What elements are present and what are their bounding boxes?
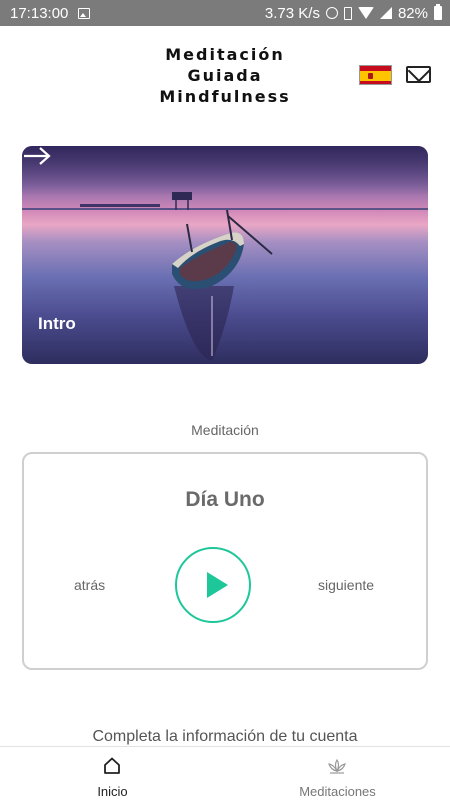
arrow-right-icon[interactable] [22, 146, 52, 166]
home-icon [104, 757, 120, 774]
bottom-nav: Inicio Meditaciones [0, 746, 450, 800]
play-icon [207, 572, 228, 598]
battery-icon [434, 4, 442, 20]
next-button[interactable]: siguiente [318, 577, 374, 593]
app-title-line-3: Mindfulness [159, 87, 291, 106]
lotus-icon [328, 758, 346, 774]
app-title: Meditación Guiada Mindfulness [140, 44, 310, 107]
nav-item-inicio[interactable]: Inicio [0, 747, 225, 800]
vibrate-icon [343, 6, 352, 20]
battery-percent: 82% [397, 4, 428, 22]
app-title-line-2: Guiada [187, 66, 263, 85]
meditation-card: Día Uno atrás siguiente [22, 452, 428, 670]
complete-account-link[interactable]: Completa la información de tu cuenta [0, 728, 450, 746]
screen: 17:13:00 3.73 K/s 82% Meditación Guiada … [0, 0, 450, 800]
nav-label-inicio: Inicio [97, 784, 128, 799]
network-speed: 3.73 K/s [264, 4, 320, 22]
image-notification-icon [78, 7, 91, 19]
previous-button[interactable]: atrás [74, 577, 105, 593]
nav-label-meditaciones: Meditaciones [299, 784, 376, 799]
app-title-line-1: Meditación [165, 45, 285, 64]
boat-scene-image [80, 192, 428, 361]
spain-flag-icon[interactable] [359, 65, 392, 85]
meditation-section-label: Meditación [191, 422, 259, 438]
wifi-icon [357, 7, 374, 19]
alarm-icon [325, 7, 338, 19]
day-title: Día Uno [185, 488, 265, 511]
nav-item-meditaciones[interactable]: Meditaciones [225, 747, 450, 800]
intro-label: Intro [38, 314, 76, 333]
mail-icon[interactable] [406, 66, 431, 83]
intro-card[interactable]: Intro [22, 146, 428, 364]
status-time: 17:13:00 [10, 4, 69, 22]
signal-icon [379, 7, 392, 19]
play-button[interactable] [175, 547, 251, 623]
status-bar: 17:13:00 3.73 K/s 82% [0, 0, 450, 26]
